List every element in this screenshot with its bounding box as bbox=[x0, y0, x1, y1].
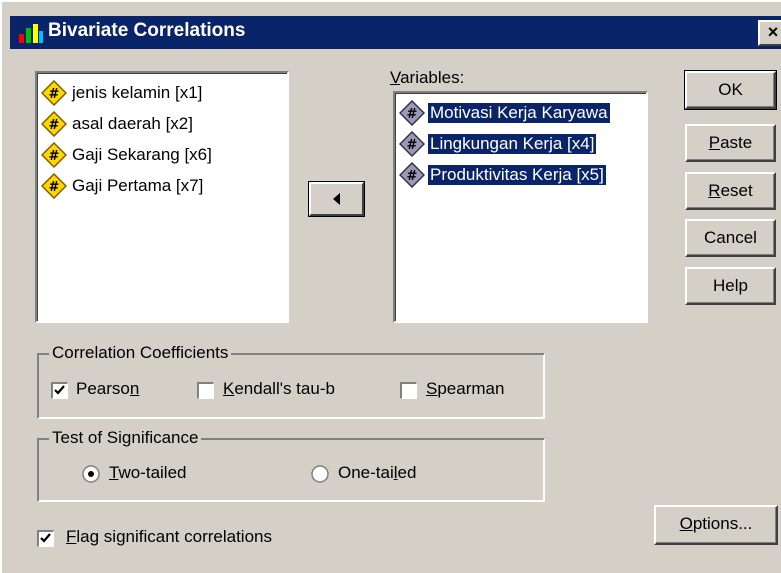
title-bar[interactable]: Bivariate Correlations × bbox=[10, 16, 781, 49]
pearson-checkbox[interactable] bbox=[51, 382, 68, 399]
flag-significant-checkbox[interactable] bbox=[37, 530, 54, 547]
list-item[interactable]: # jenis kelamin [x1] bbox=[41, 79, 204, 107]
reset-button[interactable]: Reset bbox=[685, 172, 776, 210]
spss-app-icon bbox=[19, 24, 43, 43]
scale-variable-icon: # bbox=[41, 80, 67, 106]
svg-text:#: # bbox=[49, 118, 60, 133]
scale-variable-icon: # bbox=[399, 162, 425, 188]
variable-label: Gaji Sekarang [x6] bbox=[72, 145, 212, 164]
variable-label: Lingkungan Kerja [x4] bbox=[428, 134, 597, 154]
svg-text:#: # bbox=[49, 149, 60, 164]
variable-label: Motivasi Kerja Karyawa bbox=[428, 103, 610, 123]
bivariate-correlations-dialog: Bivariate Correlations × # jenis kelamin… bbox=[0, 0, 781, 573]
list-item[interactable]: # Motivasi Kerja Karyawa bbox=[399, 99, 610, 127]
arrow-left-icon bbox=[333, 193, 340, 205]
move-variable-button[interactable] bbox=[308, 181, 365, 217]
spearman-checkbox[interactable] bbox=[400, 382, 417, 399]
help-button[interactable]: Help bbox=[685, 267, 776, 305]
kendall-checkbox[interactable] bbox=[197, 382, 214, 399]
variable-label: asal daerah [x2] bbox=[72, 114, 193, 133]
svg-text:#: # bbox=[407, 169, 418, 184]
one-tailed-radio[interactable] bbox=[311, 465, 329, 483]
close-icon: × bbox=[767, 22, 779, 42]
options-button[interactable]: Options... bbox=[654, 505, 778, 545]
scale-variable-icon: # bbox=[399, 131, 425, 157]
variables-label: Variables: bbox=[390, 68, 465, 87]
close-button[interactable]: × bbox=[758, 20, 781, 46]
svg-text:#: # bbox=[49, 87, 60, 102]
list-item[interactable]: # asal daerah [x2] bbox=[41, 110, 195, 138]
pearson-label[interactable]: Pearson bbox=[76, 379, 139, 399]
source-variable-list[interactable]: # jenis kelamin [x1] # asal daerah [x2] … bbox=[35, 71, 289, 323]
kendall-label[interactable]: Kendall's tau-b bbox=[223, 379, 335, 399]
cancel-button[interactable]: Cancel bbox=[685, 219, 776, 257]
window-title: Bivariate Correlations bbox=[48, 20, 246, 41]
list-item[interactable]: # Produktivitas Kerja [x5] bbox=[399, 161, 606, 189]
spearman-label[interactable]: Spearman bbox=[426, 379, 504, 399]
list-item[interactable]: # Gaji Pertama [x7] bbox=[41, 172, 205, 200]
scale-variable-icon: # bbox=[399, 100, 425, 126]
two-tailed-label[interactable]: Two-tailed bbox=[109, 463, 187, 483]
checkmark-icon bbox=[54, 385, 65, 395]
checkmark-icon bbox=[40, 533, 51, 543]
list-item[interactable]: # Lingkungan Kerja [x4] bbox=[399, 130, 597, 158]
scale-variable-icon: # bbox=[41, 111, 67, 137]
scale-variable-icon: # bbox=[41, 173, 67, 199]
variable-label: Produktivitas Kerja [x5] bbox=[428, 165, 606, 185]
svg-text:#: # bbox=[407, 138, 418, 153]
scale-variable-icon: # bbox=[41, 142, 67, 168]
list-item[interactable]: # Gaji Sekarang [x6] bbox=[41, 141, 214, 169]
two-tailed-radio[interactable] bbox=[82, 465, 100, 483]
paste-button[interactable]: Paste bbox=[685, 124, 776, 162]
flag-significant-label[interactable]: Flag significant correlations bbox=[66, 527, 272, 547]
one-tailed-label[interactable]: One-tailed bbox=[338, 463, 416, 483]
svg-text:#: # bbox=[407, 107, 418, 122]
group-title: Test of Significance bbox=[49, 428, 202, 448]
group-title: Correlation Coefficients bbox=[49, 343, 232, 363]
variable-label: Gaji Pertama [x7] bbox=[72, 176, 204, 195]
svg-text:#: # bbox=[49, 180, 60, 195]
variables-list[interactable]: # Motivasi Kerja Karyawa # Lingkungan Ke… bbox=[393, 91, 648, 323]
variable-label: jenis kelamin [x1] bbox=[72, 83, 203, 102]
ok-button[interactable]: OK bbox=[684, 70, 777, 110]
